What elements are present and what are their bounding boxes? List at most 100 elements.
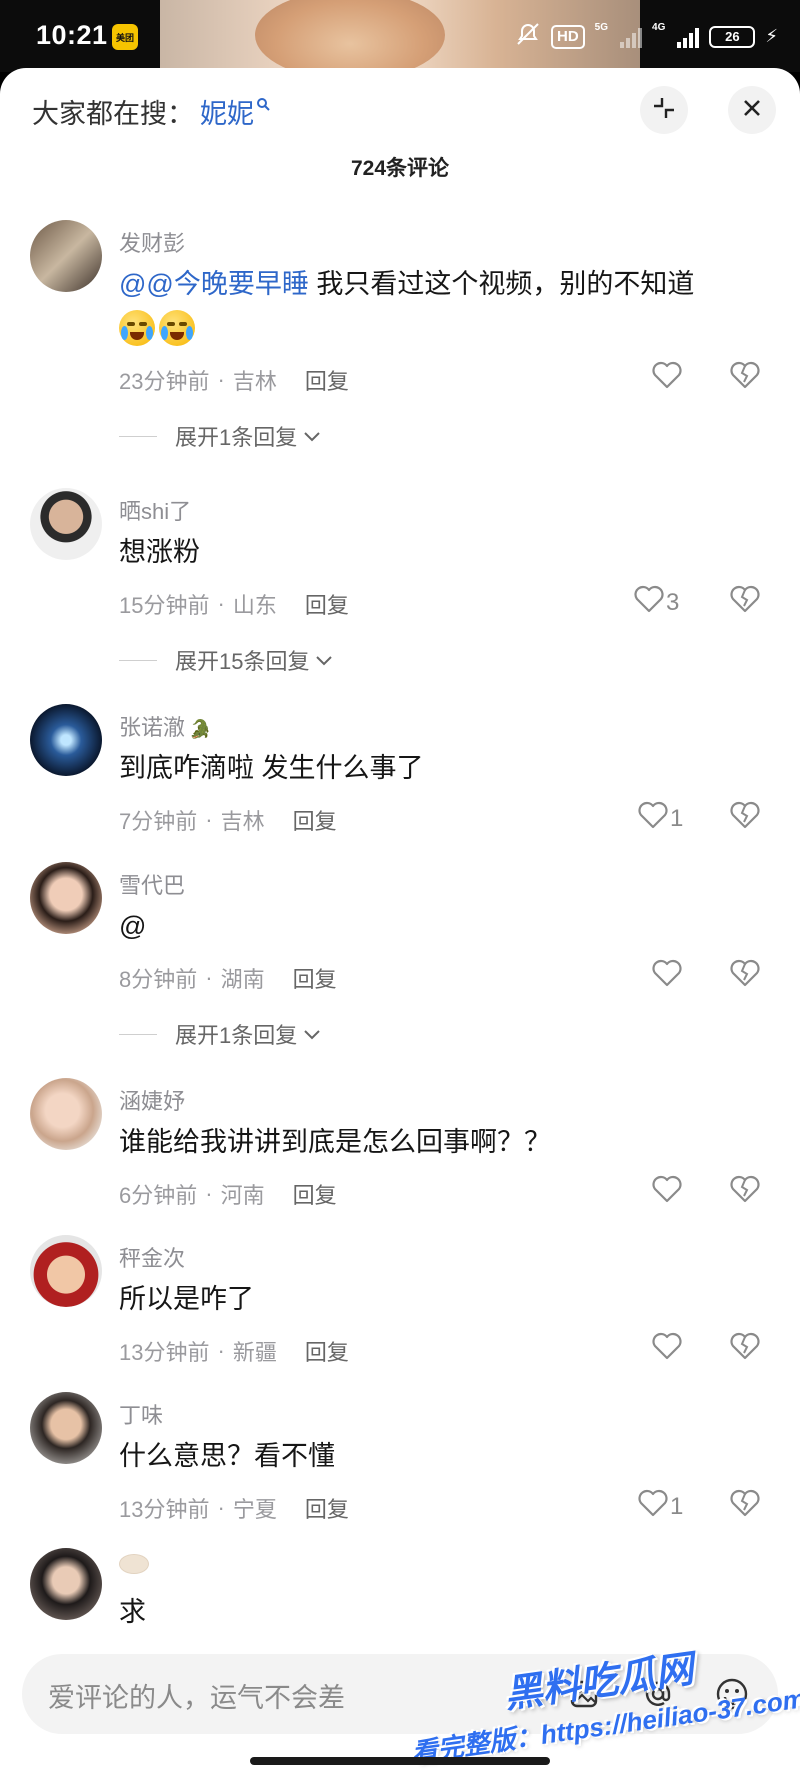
dislike-button[interactable] (728, 956, 762, 995)
comment-meta: 15分钟前 · 山东 回复 (119, 588, 349, 620)
comment-meta: 13分钟前 · 新疆 回复 (119, 1335, 349, 1367)
comment-time: 13分钟前 (119, 1497, 210, 1522)
comment-username[interactable]: 雪代巴 (119, 868, 185, 900)
dislike-button[interactable] (728, 1486, 762, 1525)
expand-replies-label: 展开1条回复 (175, 1023, 298, 1048)
comment-location: 河南 (220, 1183, 265, 1208)
like-button[interactable] (650, 1329, 684, 1370)
image-icon[interactable] (562, 1672, 606, 1716)
at-icon[interactable] (636, 1672, 680, 1716)
comment-time: 15分钟前 (119, 593, 210, 618)
search-suggestion[interactable]: 大家都在搜： 妮妮 (32, 92, 270, 131)
broken-heart-icon (728, 585, 762, 620)
status-bar: 10:21 美团 HD 5G 4G 26 ⚡ (0, 0, 800, 80)
comment-body: 我只看过这个视频，别的不知道 (316, 269, 695, 299)
chevron-down-icon (303, 423, 321, 449)
avatar[interactable] (30, 862, 102, 934)
reply-button[interactable]: 回复 (305, 1335, 349, 1367)
expand-replies[interactable]: 展开15条回复 (119, 644, 333, 676)
comment-text: @ (119, 911, 147, 941)
comment-input[interactable]: 爱评论的人，运气不会差 (22, 1654, 778, 1734)
mention-link[interactable]: @@今晚要早睡 (119, 269, 309, 299)
like-count: 3 (666, 588, 680, 616)
emoji-icon[interactable] (710, 1672, 754, 1716)
comment-meta: 7分钟前 · 吉林 回复 (119, 804, 337, 836)
avatar[interactable] (30, 220, 102, 292)
dislike-button[interactable] (728, 1329, 762, 1368)
comment-location: 宁夏 (232, 1497, 277, 1522)
crying-emoji-icon (159, 309, 195, 346)
avatar[interactable] (30, 488, 102, 560)
like-count: 1 (670, 1492, 684, 1520)
reply-button[interactable]: 回复 (305, 364, 349, 396)
comment-text: 求 (119, 1597, 146, 1627)
comment-input-placeholder: 爱评论的人，运气不会差 (48, 1683, 345, 1713)
like-button[interactable] (650, 358, 684, 399)
meituan-app-icon: 美团 (112, 24, 138, 50)
home-indicator[interactable] (250, 1757, 550, 1765)
like-button[interactable] (650, 1172, 684, 1213)
comment-text: 所以是咋了 (119, 1284, 254, 1314)
dislike-button[interactable] (728, 798, 762, 837)
comment-username[interactable]: 涵婕妤 (119, 1084, 185, 1116)
comment-panel: 大家都在搜： 妮妮 724条评论 发财彭 @@今晚要早睡 我只看过这个视频，别的… (0, 68, 800, 1778)
like-button[interactable]: 3 (632, 582, 679, 623)
comment-count: 724条评论 (350, 157, 450, 180)
avatar[interactable] (30, 1235, 102, 1307)
expand-replies-label: 展开1条回复 (175, 425, 298, 450)
comment-meta: 23分钟前 · 吉林 回复 (119, 364, 349, 396)
comment-username[interactable]: 秤金次 (119, 1241, 185, 1273)
comment-text: 什么意思？看不懂 (119, 1441, 335, 1471)
dislike-button[interactable] (728, 1172, 762, 1211)
expand-replies[interactable]: 展开1条回复 (119, 1018, 321, 1050)
close-icon (741, 97, 763, 124)
comment-time: 7分钟前 (119, 809, 198, 834)
comment-location: 山东 (232, 593, 277, 618)
like-button[interactable] (650, 956, 684, 997)
broken-heart-icon (728, 959, 762, 994)
dislike-button[interactable] (728, 582, 762, 621)
chevron-down-icon (303, 1021, 321, 1047)
status-icons: HD 5G 4G 26 ⚡ (515, 22, 778, 51)
reply-button[interactable]: 回复 (293, 804, 337, 836)
heart-icon (650, 1172, 684, 1213)
reply-button[interactable]: 回复 (293, 962, 337, 994)
signal-icon (620, 26, 643, 48)
comment-username[interactable]: 丁味 (119, 1398, 163, 1430)
avatar[interactable] (30, 704, 102, 776)
comment-location: 吉林 (232, 369, 277, 394)
like-button[interactable]: 1 (636, 1486, 683, 1527)
crying-emoji-icon (119, 309, 155, 346)
close-button[interactable] (728, 86, 776, 134)
bean-emoji-icon (119, 1554, 149, 1574)
heart-icon (650, 956, 684, 997)
comment-time: 13分钟前 (119, 1340, 210, 1365)
comment-time: 6分钟前 (119, 1183, 198, 1208)
avatar[interactable] (30, 1078, 102, 1150)
comment-username[interactable]: 张诺澈 🐊 (119, 710, 211, 742)
broken-heart-icon (728, 1489, 762, 1524)
like-count: 1 (670, 804, 684, 832)
comment-text: @@今晚要早睡 我只看过这个视频，别的不知道 (119, 264, 739, 348)
comment-location: 新疆 (232, 1340, 277, 1365)
comment-text: 到底咋滴啦 发生什么事了 (119, 753, 424, 783)
comment-username[interactable]: 晒shi了 (119, 494, 191, 526)
comment-username[interactable]: 发财彭 (119, 226, 185, 258)
hd-badge: HD (551, 24, 585, 49)
avatar[interactable] (30, 1548, 102, 1620)
reply-button[interactable]: 回复 (293, 1178, 337, 1210)
battery-icon: 26 (709, 25, 756, 48)
mute-icon (515, 22, 541, 51)
dislike-button[interactable] (728, 358, 762, 397)
search-keyword[interactable]: 妮妮 (200, 92, 254, 131)
crocodile-icon: 🐊 (189, 719, 212, 739)
avatar[interactable] (30, 1392, 102, 1464)
collapse-button[interactable] (640, 86, 688, 134)
reply-button[interactable]: 回复 (305, 1492, 349, 1524)
like-button[interactable]: 1 (636, 798, 683, 839)
reply-button[interactable]: 回复 (305, 588, 349, 620)
comment-username[interactable] (119, 1554, 149, 1580)
expand-replies[interactable]: 展开1条回复 (119, 420, 321, 452)
network-5g: 5G (594, 22, 609, 33)
comment-time: 23分钟前 (119, 369, 210, 394)
